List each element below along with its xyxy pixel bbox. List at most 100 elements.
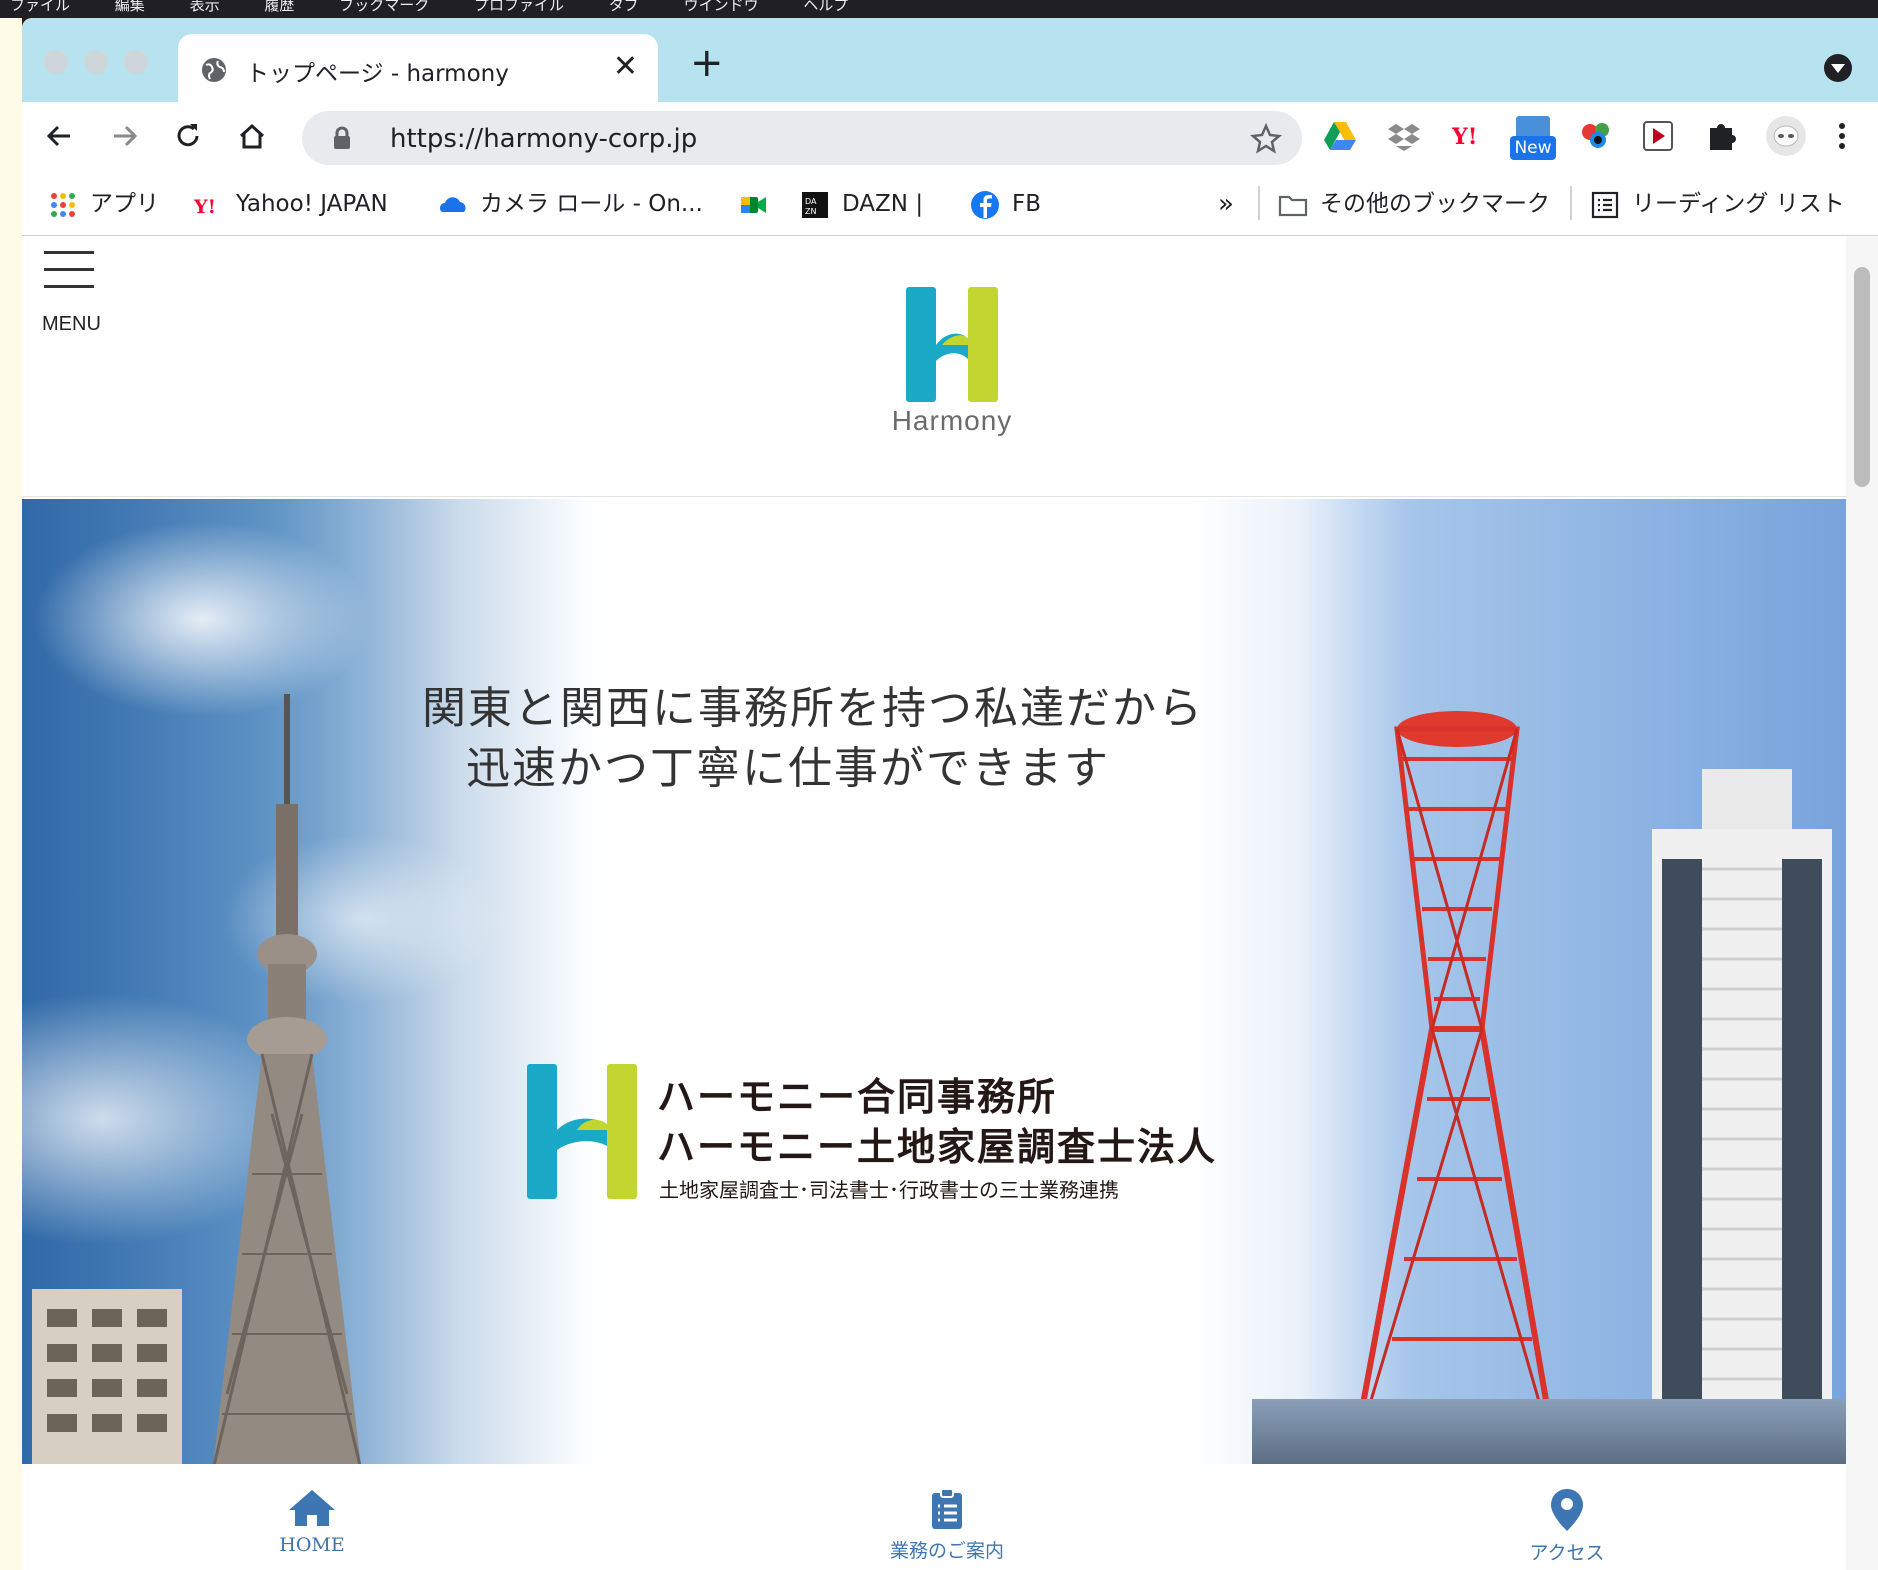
bookmark-dazn[interactable]: DA ZN DAZN | <box>800 188 923 220</box>
yahoo-icon[interactable]: Y! <box>1448 116 1488 156</box>
google-drive-icon[interactable] <box>1320 116 1360 156</box>
bookmark-label: FB <box>1012 191 1042 217</box>
news-extension-icon[interactable]: New <box>1510 116 1558 160</box>
bookmark-apps[interactable]: アプリ <box>48 188 159 220</box>
close-tab-icon[interactable]: ✕ <box>613 52 638 82</box>
corporate-nameplate: ハーモニー合同事務所 ハーモニー土地家屋調査士法人 土地家屋調査士･司法書士･行… <box>527 1064 1267 1204</box>
yahoo-icon: Y! <box>194 196 216 218</box>
nav-access[interactable]: アクセス <box>1467 1488 1667 1565</box>
corp-name-2: ハーモニー土地家屋調査士法人 <box>657 1125 1218 1169</box>
page-scrollbar[interactable] <box>1846 237 1878 1570</box>
kobe-port-tower-image <box>1348 711 1561 1464</box>
corp-subtitle: 土地家屋調査士･司法書士･行政書士の三士業務連携 <box>659 1178 1119 1202</box>
mac-menubar: ファイル 編集 表示 履歴 ブックマーク プロファイル タブ ウインドウ ヘルプ <box>0 0 1878 18</box>
harbor-skyline-image <box>1252 1399 1846 1464</box>
puzzle-extensions-icon[interactable] <box>1702 116 1742 156</box>
home-icon[interactable] <box>234 118 270 154</box>
mac-menu-item[interactable]: ブックマーク <box>339 0 429 14</box>
logo-wordmark: Harmony <box>891 405 1013 436</box>
bookmark-yahoo[interactable]: Y! Yahoo! JAPAN <box>194 188 388 220</box>
svg-text:Y!: Y! <box>1451 124 1477 150</box>
svg-text:Y!: Y! <box>194 196 216 218</box>
mac-menu-item[interactable]: プロファイル <box>474 0 564 14</box>
bookmark-label: アプリ <box>90 191 159 217</box>
color-balls-icon[interactable] <box>1576 116 1616 156</box>
harmony-h-logo-icon <box>527 1064 637 1199</box>
apps-grid-icon <box>51 192 75 217</box>
browser-window: トップページ - harmony ✕ + https://harmony-cor… <box>22 18 1878 1570</box>
mac-menu-item[interactable]: ヘルプ <box>803 0 848 14</box>
mac-menu-item[interactable]: 編集 <box>115 0 145 14</box>
reading-list-icon <box>1591 191 1619 218</box>
mac-menu-item[interactable]: 表示 <box>190 0 220 14</box>
back-arrow-icon[interactable] <box>42 118 78 154</box>
facebook-icon <box>971 190 999 219</box>
apartment-building-image <box>32 1289 182 1464</box>
lock-icon[interactable] <box>332 126 352 150</box>
zoom-window-button[interactable] <box>124 50 148 74</box>
clipboard-list-icon <box>932 1488 962 1529</box>
mac-menu-item[interactable]: 履歴 <box>264 0 294 14</box>
mac-menu-item[interactable]: ファイル <box>10 0 70 14</box>
bookmark-label: その他のブックマーク <box>1320 191 1550 217</box>
forward-arrow-icon[interactable] <box>106 118 142 154</box>
home-icon <box>289 1490 335 1526</box>
tab-search-button[interactable] <box>1824 54 1852 82</box>
corp-name-1: ハーモニー合同事務所 <box>657 1075 1058 1119</box>
hamburger-line <box>44 285 94 288</box>
nav-label: 業務のご案内 <box>889 1540 1004 1562</box>
bookmark-meet[interactable] <box>738 188 780 220</box>
mac-menu-item[interactable]: ウインドウ <box>684 0 759 14</box>
reading-list-button[interactable]: リーディング リスト <box>1590 188 1845 220</box>
minimize-window-button[interactable] <box>84 50 108 74</box>
background-app-edge <box>0 18 22 1570</box>
dazn-icon: DA ZN <box>802 191 828 218</box>
new-tab-button[interactable]: + <box>690 43 724 83</box>
harmony-h-logo-icon <box>906 287 998 402</box>
hero-banner: 関東と関西に事務所を持つ私達だから 迅速かつ丁寧に仕事ができます ハーモニー合同… <box>22 499 1846 1464</box>
bookmarks-bar: アプリ Y! Yahoo! JAPAN カメラ ロール - On... DA Z… <box>22 172 1878 236</box>
tab-strip: トップページ - harmony ✕ + <box>22 18 1878 102</box>
bookmark-label: カメラ ロール - On... <box>480 191 703 217</box>
bookmark-other-folder[interactable]: その他のブックマーク <box>1278 188 1550 220</box>
bookmark-separator <box>1258 186 1260 220</box>
bookmark-star-icon[interactable] <box>1250 123 1282 155</box>
bookmark-separator <box>1570 186 1572 220</box>
site-logo[interactable]: Harmony <box>882 287 1022 457</box>
active-tab[interactable]: トップページ - harmony ✕ <box>178 34 658 102</box>
onedrive-cloud-icon <box>440 196 466 212</box>
more-options-icon[interactable] <box>1830 116 1854 156</box>
bookmark-label: リーディング リスト <box>1632 191 1845 217</box>
bookmark-label: DAZN | <box>842 191 924 217</box>
url-text[interactable]: https://harmony-corp.jp <box>390 124 697 154</box>
tagline-line-2: 迅速かつ丁寧に仕事ができます <box>466 743 1110 794</box>
alien-avatar-icon <box>1773 125 1799 147</box>
nav-home[interactable]: HOME <box>212 1488 412 1556</box>
globe-icon <box>202 58 226 82</box>
nav-label: アクセス <box>1529 1542 1605 1564</box>
scrollbar-thumb[interactable] <box>1854 267 1870 487</box>
tagline-line-1: 関東と関西に事務所を持つ私達だから <box>422 683 1204 734</box>
bookmark-fb[interactable]: FB <box>970 188 1041 220</box>
bottom-navigation: HOME 業務のご案内 アクセス <box>22 1464 1846 1570</box>
bookmark-camera-roll[interactable]: カメラ ロール - On... <box>438 188 703 220</box>
menu-button[interactable]: MENU <box>32 251 102 335</box>
mac-menu-item[interactable]: タブ <box>609 0 639 14</box>
dropbox-icon[interactable] <box>1384 116 1424 156</box>
video-extension-icon[interactable] <box>1638 116 1678 156</box>
reload-icon[interactable] <box>170 118 206 154</box>
hotel-building-image <box>1652 769 1832 1464</box>
google-meet-icon <box>741 196 766 213</box>
bookmarks-overflow-button[interactable]: » <box>1218 188 1234 220</box>
hamburger-line <box>44 268 94 271</box>
address-bar[interactable]: https://harmony-corp.jp <box>302 111 1302 165</box>
menu-label: MENU <box>42 313 101 335</box>
nav-services[interactable]: 業務のご案内 <box>847 1488 1047 1563</box>
profile-avatar[interactable] <box>1766 116 1806 156</box>
folder-icon <box>1278 195 1308 216</box>
web-page: MENU Harmony 関東と関西に事務所を持つ私達だから 迅速かつ丁寧に仕事… <box>22 237 1846 1570</box>
nav-label: HOME <box>279 1534 345 1556</box>
site-header: MENU Harmony <box>22 237 1846 497</box>
svg-text:ZN: ZN <box>805 207 816 216</box>
close-window-button[interactable] <box>44 50 68 74</box>
